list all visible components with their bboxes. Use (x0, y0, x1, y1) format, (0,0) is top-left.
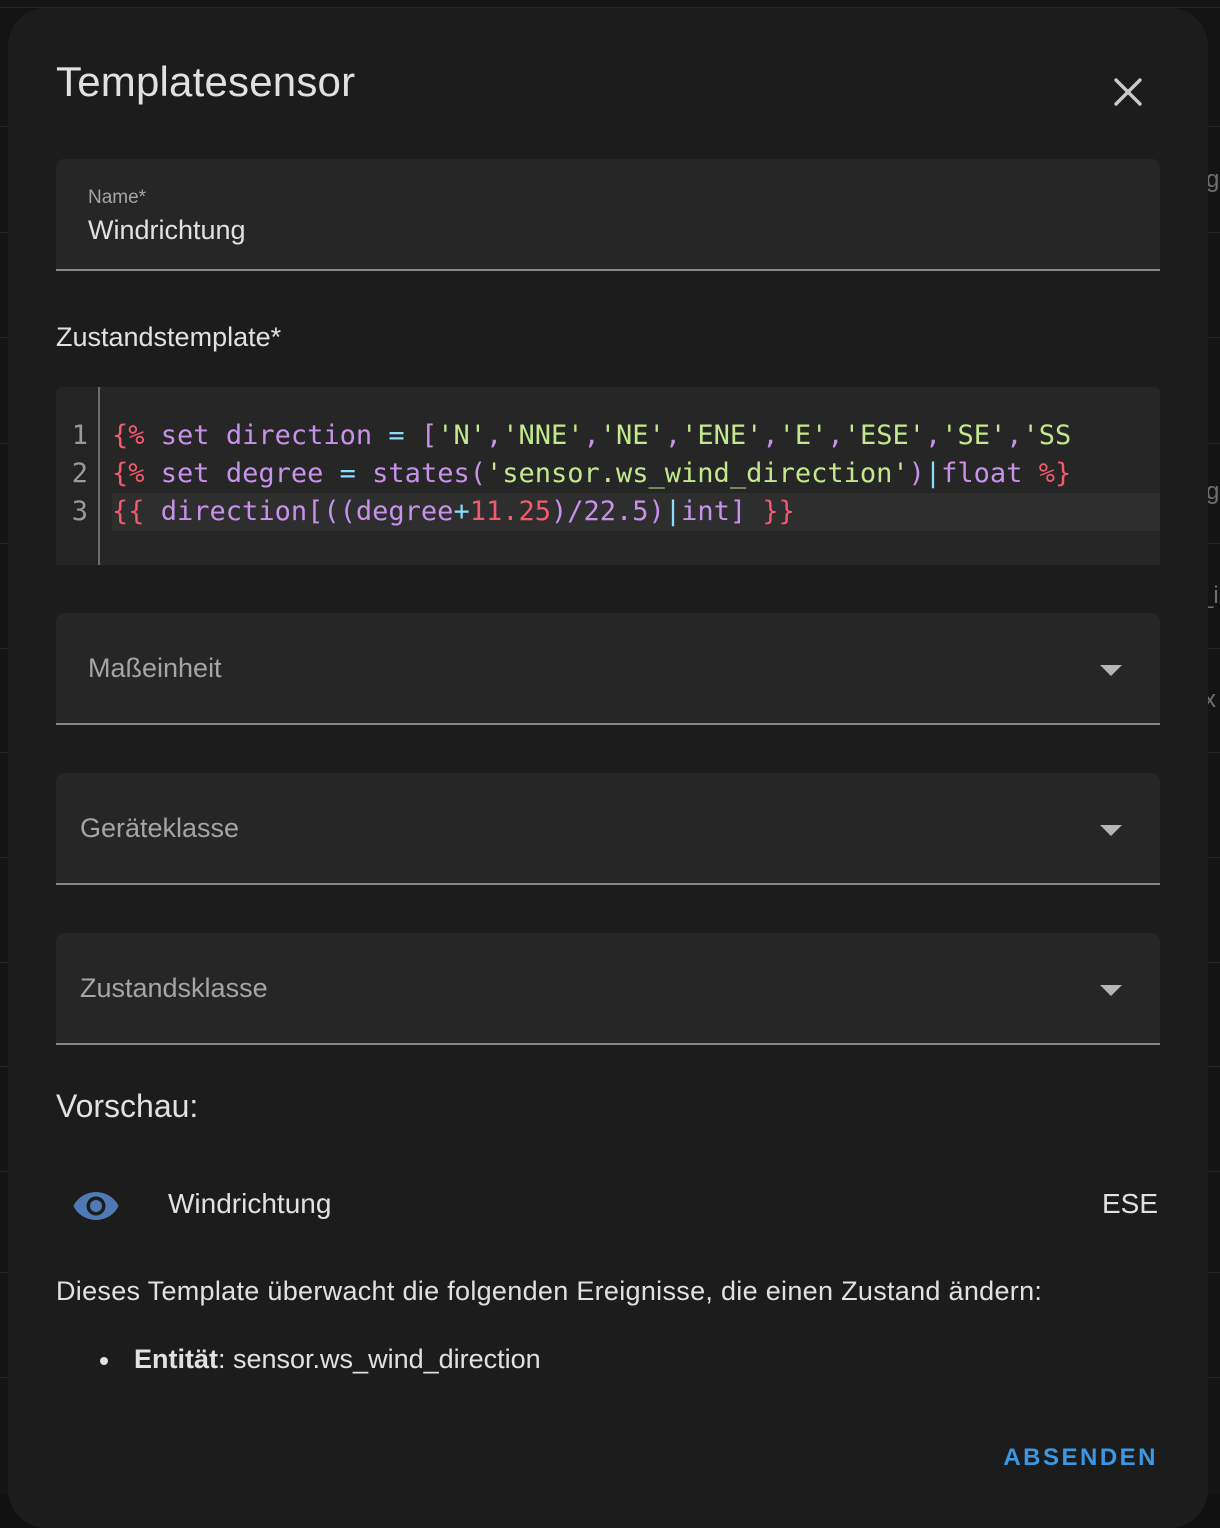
code-token: %} (1038, 458, 1072, 489)
code-token: + (453, 496, 470, 527)
code-token: }} (762, 496, 795, 527)
code-token: 'sensor.ws_wind_direction' (485, 458, 909, 489)
code-token: 'ENE' (681, 420, 763, 451)
code-token: ] (729, 496, 747, 527)
chevron-down-icon (1100, 985, 1122, 996)
code-line-2[interactable]: {% set degree = states('sensor.ws_wind_d… (112, 455, 1071, 493)
listener-value: : sensor.ws_wind_direction (218, 1344, 541, 1374)
list-item: Entität : sensor.ws_wind_direction (100, 1344, 541, 1375)
dialog-title: Templatesensor (56, 58, 356, 105)
chevron-down-icon (1100, 825, 1122, 836)
code-token: ) (550, 496, 568, 527)
code-token: 'SS (1022, 420, 1072, 451)
code-token: direction (160, 496, 308, 527)
state-class-select-label: Zustandsklasse (80, 973, 268, 1003)
code-token: 'SE' (941, 420, 1007, 451)
code-token: set (160, 420, 210, 451)
device-class-select-label: Geräteklasse (80, 813, 240, 843)
code-token: , (827, 420, 844, 451)
code-token: 22.5 (583, 496, 649, 527)
code-token: 'NNE' (502, 420, 584, 451)
unit-select-label: Maßeinheit (88, 653, 222, 683)
code-token: | (664, 496, 682, 527)
code-token: {{ (112, 496, 145, 527)
device-class-select[interactable]: Geräteklasse (56, 773, 1160, 885)
preview-entity-name: Windrichtung (168, 1188, 332, 1219)
code-token: | (924, 458, 942, 489)
code-token: [ (307, 496, 324, 527)
close-button[interactable] (1100, 64, 1156, 120)
code-token: ( (323, 496, 340, 527)
line-number: 2 (71, 458, 88, 489)
code-token: {% (112, 420, 145, 451)
code-token: direction (225, 420, 373, 451)
code-token: 'E' (778, 420, 828, 451)
code-token: 'ESE' (843, 420, 925, 451)
background-peek-text: g (1206, 478, 1220, 505)
code-token: = (388, 420, 405, 451)
code-token: ) (908, 458, 925, 489)
code-token: / (567, 496, 584, 527)
bullet-dot (100, 1356, 108, 1365)
code-token: set (160, 458, 210, 489)
state-class-select[interactable]: Zustandsklasse (56, 933, 1160, 1045)
line-number: 1 (71, 420, 88, 451)
unit-select[interactable]: Maßeinheit (56, 613, 1160, 725)
code-token: , (762, 420, 779, 451)
chevron-down-icon (1100, 665, 1122, 676)
name-field-label: Name* (88, 187, 147, 208)
eye-icon (73, 1192, 119, 1220)
code-token: ) (648, 496, 665, 527)
code-token: , (664, 420, 682, 451)
code-token: [ (420, 420, 438, 451)
template-code-editor[interactable]: 1 2 3 {% set direction = ['N','NNE','NE'… (56, 387, 1160, 565)
submit-button[interactable]: ABSENDEN (1003, 1444, 1158, 1472)
listeners-info: Dieses Template überwacht die folgenden … (56, 1276, 1043, 1306)
code-token: ( (339, 496, 356, 527)
preview-title: Vorschau: (56, 1088, 199, 1124)
name-field-value[interactable]: Windrichtung (88, 215, 246, 246)
code-token: , (1006, 420, 1023, 451)
code-token: {% (112, 458, 145, 489)
background-peek-text: g (1206, 166, 1220, 193)
code-line-1[interactable]: {% set direction = ['N','NNE','NE','ENE'… (112, 417, 1071, 455)
code-token: degree (355, 496, 454, 527)
code-token: 11.25 (469, 496, 551, 527)
code-token: 'N' (437, 420, 486, 451)
code-token: 'NE' (599, 420, 665, 451)
code-token: int (681, 496, 730, 527)
code-token: float (941, 458, 1023, 489)
name-field[interactable]: Name* Windrichtung (56, 159, 1160, 271)
code-gutter: 1 2 3 (56, 387, 100, 565)
code-token: states (372, 458, 470, 489)
code-token: = (339, 458, 356, 489)
code-token: ( (469, 458, 486, 489)
code-line-3[interactable]: {{ direction[((degree+11.25)/22.5)|int] … (112, 493, 1160, 531)
close-icon (1114, 78, 1142, 106)
line-number: 3 (71, 496, 88, 527)
code-token: , (583, 420, 600, 451)
listener-key: Entität (134, 1344, 218, 1374)
code-token: , (485, 420, 503, 451)
code-token: , (924, 420, 942, 451)
code-token: degree (225, 458, 324, 489)
template-label: Zustandstemplate* (56, 322, 282, 352)
preview-entity-state: ESE (1101, 1188, 1158, 1219)
